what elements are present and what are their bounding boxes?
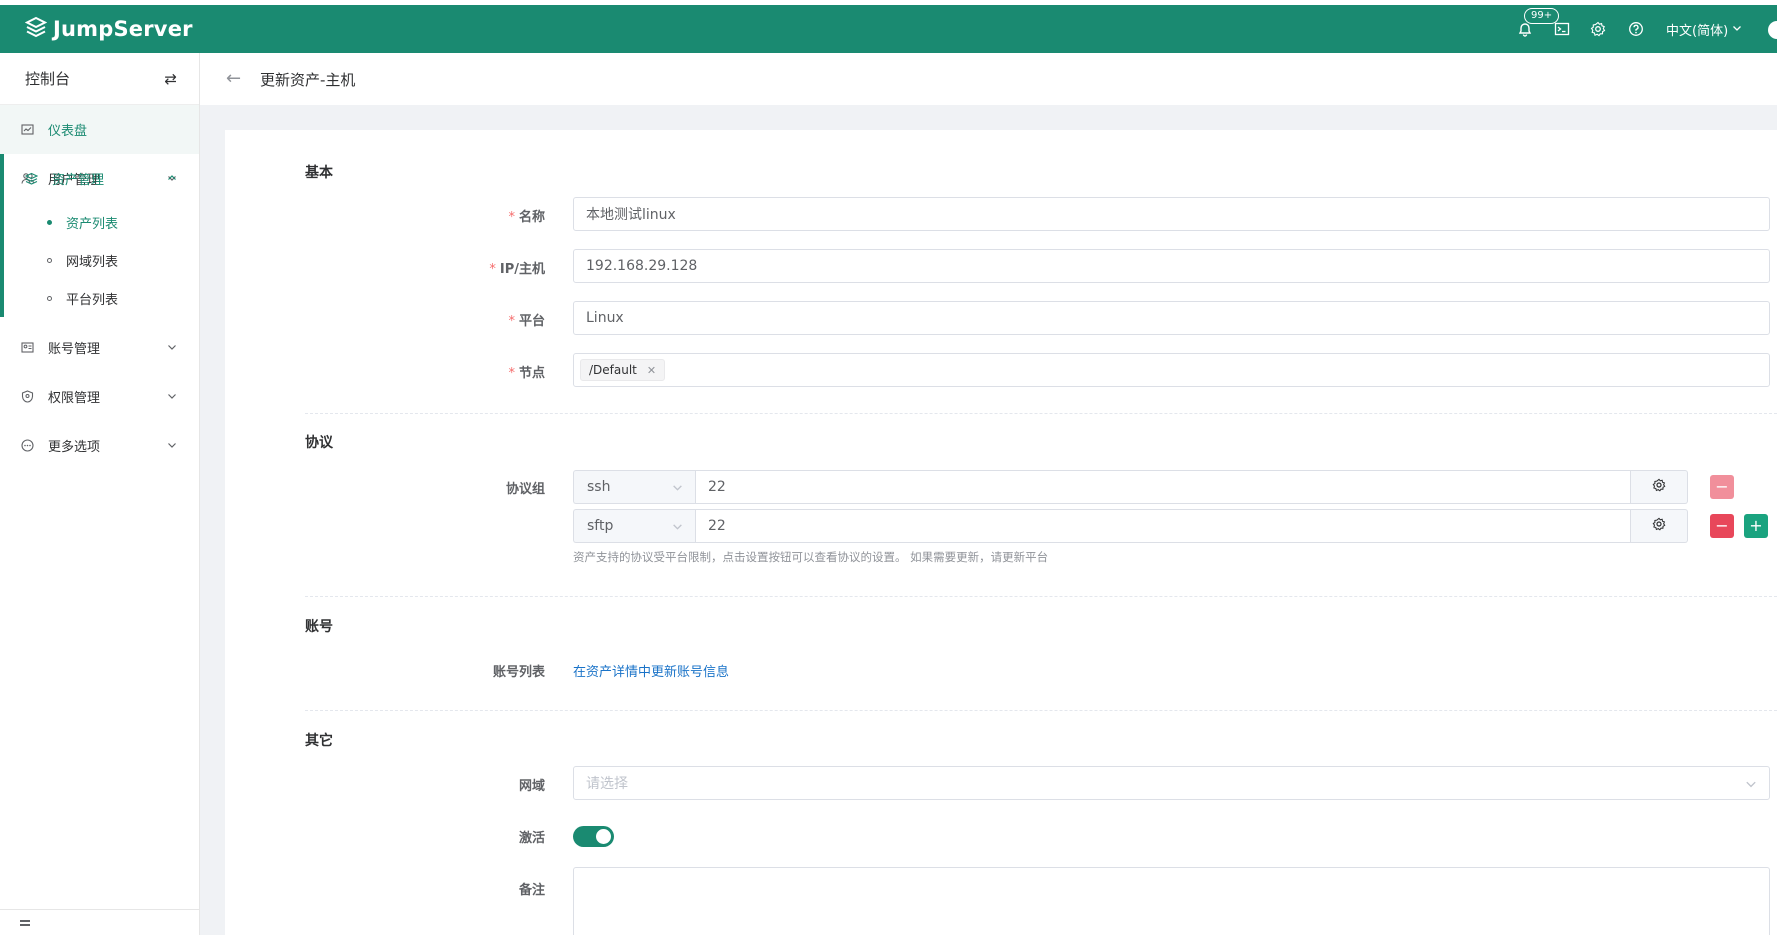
- language-label: 中文(简体): [1666, 24, 1729, 39]
- sidebar: 控制台 ⇄ 仪表盘 用户管理 资产管理 资产列表 网域列表 平台列表 账号管理 …: [0, 53, 200, 935]
- protocol-port-input[interactable]: 22: [695, 509, 1631, 543]
- node-tag-label: /Default: [589, 363, 637, 377]
- logo[interactable]: JumpServer: [24, 16, 193, 42]
- gear-icon: [1652, 478, 1666, 496]
- protocol-help-text: 资产支持的协议受平台限制，点击设置按钮可以查看协议的设置。 如果需要更新，请更新…: [573, 550, 1049, 564]
- page-header: ← 更新资产-主机: [200, 53, 1777, 105]
- domain-label: 网域: [518, 779, 545, 794]
- domain-placeholder: 请选择: [586, 776, 628, 792]
- section-basic-title: 基本: [305, 165, 333, 181]
- help-icon[interactable]: [1627, 20, 1645, 38]
- terminal-icon[interactable]: [1553, 20, 1571, 38]
- shield-icon: [20, 390, 34, 404]
- jumpserver-logo-icon: [24, 16, 48, 42]
- sidebar-subitem-label: 网域列表: [66, 254, 119, 270]
- ip-host-label: * IP/主机: [489, 262, 545, 277]
- sidebar-subitem-label: 平台列表: [66, 292, 119, 308]
- sidebar-subitem-label: 资产列表: [66, 216, 119, 232]
- remove-protocol-button[interactable]: −: [1710, 514, 1734, 538]
- nodes-label: * 节点: [508, 366, 545, 381]
- sidebar-item-more[interactable]: 更多选项: [0, 421, 199, 470]
- protocol-settings-button[interactable]: [1631, 470, 1688, 504]
- page-title: 更新资产-主机: [260, 71, 356, 89]
- update-account-link[interactable]: 在资产详情中更新账号信息: [573, 661, 729, 680]
- sidebar-item-label: 更多选项: [48, 440, 101, 455]
- account-list-label: 账号列表: [492, 665, 545, 680]
- sidebar-item-label: 账号管理: [48, 342, 101, 357]
- protocol-select[interactable]: sftp: [573, 509, 695, 543]
- sidebar-item-dashboard[interactable]: 仪表盘: [0, 105, 199, 154]
- chevron-down-icon: [1745, 778, 1757, 794]
- console-title: 控制台: [25, 70, 71, 88]
- name-label: * 名称: [508, 210, 545, 225]
- name-input[interactable]: 本地测试linux: [573, 197, 1770, 231]
- layers-icon: [24, 172, 38, 186]
- bullet-dot: [47, 258, 52, 263]
- platform-label: * 平台: [508, 314, 545, 329]
- sidebar-subitem-platform-list[interactable]: 平台列表: [4, 279, 199, 317]
- back-arrow-icon[interactable]: ←: [226, 68, 241, 89]
- account-icon: [20, 341, 34, 355]
- sidebar-item-permissions[interactable]: 权限管理: [0, 372, 199, 421]
- section-divider: [305, 413, 1777, 414]
- section-account-title: 账号: [305, 619, 333, 635]
- add-protocol-button[interactable]: +: [1744, 514, 1768, 538]
- platform-input[interactable]: Linux: [573, 301, 1770, 335]
- sidebar-item-label: 资产管理: [52, 173, 105, 188]
- bullet-dot: [47, 220, 52, 225]
- sidebar-item-assets[interactable]: 资产管理: [4, 154, 199, 203]
- protocol-row: sftp 22: [573, 509, 1688, 543]
- protocol-group-label: 协议组: [505, 482, 545, 497]
- comment-label: 备注: [518, 883, 545, 898]
- app-title: JumpServer: [53, 17, 193, 41]
- asset-management-group: 资产管理 资产列表 网域列表 平台列表: [0, 154, 199, 317]
- nodes-select[interactable]: /Default ✕: [573, 353, 1770, 387]
- sidebar-subitem-domain-list[interactable]: 网域列表: [4, 241, 199, 279]
- node-tag: /Default ✕: [580, 359, 666, 381]
- chevron-down-icon: [167, 439, 177, 454]
- protocol-select[interactable]: ssh: [573, 470, 695, 504]
- remove-protocol-button[interactable]: −: [1710, 475, 1734, 499]
- sidebar-collapse-toggle[interactable]: [0, 909, 200, 935]
- chevron-down-icon: [672, 481, 683, 497]
- language-switcher[interactable]: 中文(简体): [1666, 20, 1742, 39]
- close-icon[interactable]: ✕: [647, 364, 656, 377]
- sidebar-header: 控制台 ⇄: [0, 53, 199, 105]
- protocol-row: ssh 22: [573, 470, 1688, 504]
- gear-icon: [1652, 517, 1666, 535]
- chevron-down-icon: [672, 520, 683, 536]
- section-divider: [305, 596, 1777, 597]
- chevron-up-icon: [167, 172, 177, 187]
- sidebar-item-label: 权限管理: [48, 391, 101, 406]
- active-label: 激活: [518, 831, 545, 846]
- ip-host-input[interactable]: 192.168.29.128: [573, 249, 1770, 283]
- domain-select[interactable]: 请选择: [573, 766, 1770, 800]
- top-navbar: JumpServer 99+ 中文(简体): [0, 5, 1777, 53]
- sidebar-subitem-asset-list[interactable]: 资产列表: [4, 203, 199, 241]
- section-protocol-title: 协议: [305, 435, 333, 451]
- avatar[interactable]: [1768, 21, 1777, 39]
- settings-gear-icon[interactable]: [1589, 20, 1607, 38]
- section-divider: [305, 710, 1777, 711]
- sidebar-item-accounts[interactable]: 账号管理: [0, 323, 199, 372]
- sidebar-item-label: 仪表盘: [48, 124, 88, 139]
- protocol-port-input[interactable]: 22: [695, 470, 1631, 504]
- chevron-down-icon: [167, 341, 177, 356]
- chevron-down-icon: [167, 390, 177, 405]
- toggle-knob: [596, 829, 611, 844]
- bullet-dot: [47, 296, 52, 301]
- dashboard-icon: [20, 123, 34, 137]
- section-other-title: 其它: [305, 733, 333, 749]
- chevron-down-icon: [1732, 22, 1742, 37]
- more-icon: [20, 439, 34, 453]
- active-toggle[interactable]: [573, 826, 614, 847]
- comment-textarea[interactable]: [573, 867, 1770, 935]
- view-switch-icon[interactable]: ⇄: [164, 70, 177, 88]
- protocol-settings-button[interactable]: [1631, 509, 1688, 543]
